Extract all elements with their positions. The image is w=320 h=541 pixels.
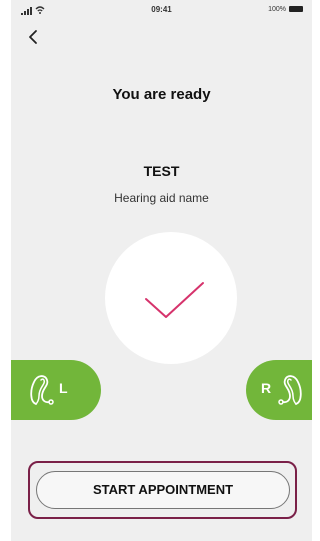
hearing-aid-name-caption: Hearing aid name	[114, 191, 209, 205]
left-hearing-aid-button[interactable]: L	[11, 360, 101, 420]
back-button[interactable]	[24, 27, 44, 47]
checkmark-icon	[145, 282, 204, 318]
hearing-aid-name: TEST	[143, 163, 180, 179]
status-bar: 09:41 100%	[11, 0, 312, 22]
phone-screen: 09:41 100% You are ready TEST Hearing ai…	[11, 0, 312, 541]
start-appointment-button[interactable]: START APPOINTMENT	[36, 471, 290, 509]
chevron-left-icon	[29, 30, 37, 44]
status-time: 09:41	[151, 5, 172, 14]
right-side-label: R	[261, 380, 272, 396]
left-side-label: L	[59, 380, 68, 396]
hearing-aid-icon	[30, 375, 54, 405]
right-hearing-aid-button[interactable]: R	[246, 360, 312, 420]
screen: 09:41 100% You are ready TEST Hearing ai…	[0, 0, 312, 541]
page-title: You are ready	[112, 86, 211, 103]
battery-icon	[289, 6, 303, 12]
hearing-aid-icon	[278, 375, 302, 405]
ready-indicator	[105, 232, 237, 364]
battery-percentage: 100%	[268, 6, 286, 13]
